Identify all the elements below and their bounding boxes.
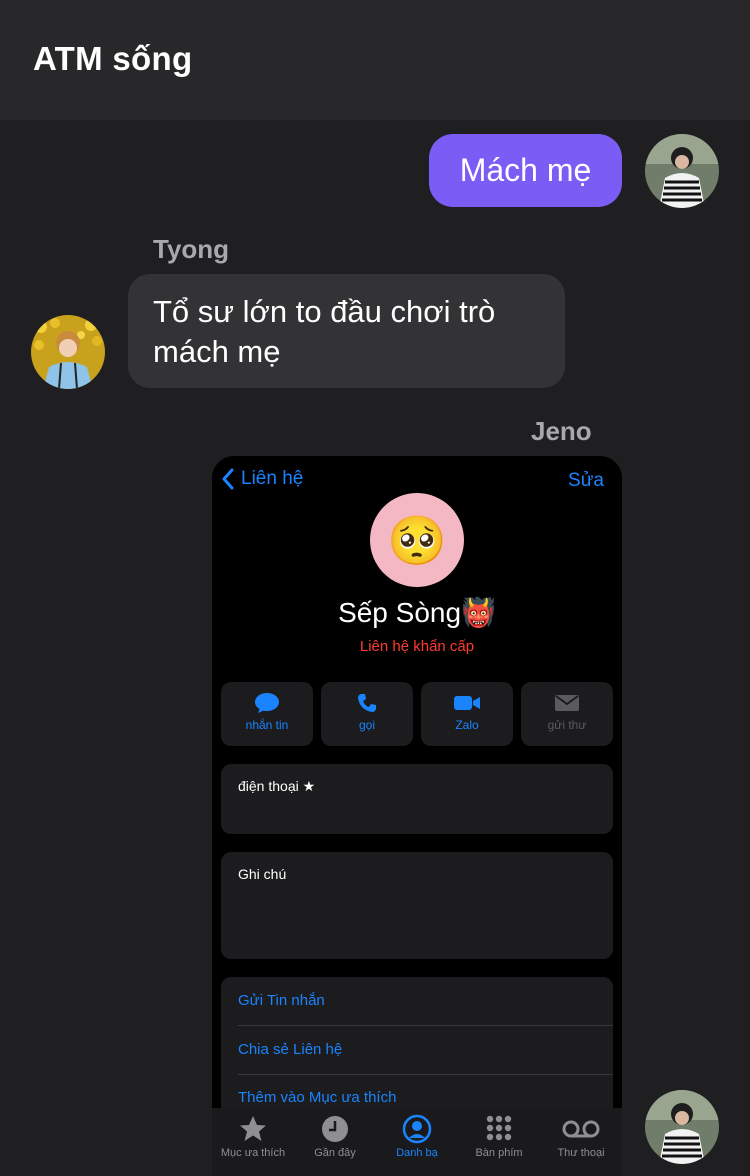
action-message-label: nhắn tin bbox=[245, 718, 289, 732]
tab-voicemail: Thư thoại bbox=[540, 1114, 622, 1159]
keypad-icon bbox=[486, 1115, 512, 1141]
link-share-contact: Chia sẻ Liên hệ bbox=[238, 1041, 343, 1058]
link-add-favorite: Thêm vào Mục ưa thích bbox=[238, 1089, 397, 1106]
incoming-message-bubble[interactable]: Tổ sư lớn to đầu chơi trò mách mẹ bbox=[128, 274, 565, 388]
message-bubble-icon bbox=[255, 693, 279, 713]
tab-recents: Gần đây bbox=[294, 1114, 376, 1159]
action-message: nhắn tin bbox=[221, 682, 313, 746]
divider bbox=[238, 1025, 613, 1026]
phone-tab-bar: Mục ưa thích Gần đây Danh bạ Bàn phím Th… bbox=[212, 1108, 622, 1176]
sender-name-tyong: Tyong bbox=[153, 234, 230, 264]
shared-screenshot-image[interactable]: Liên hệ Sửa 🥺 Sếp Sòng👹 Liên hệ khẩn cấp… bbox=[212, 456, 622, 1176]
tab-recents-label: Gần đây bbox=[314, 1147, 356, 1159]
divider bbox=[238, 1074, 613, 1075]
notes-card: Ghi chú bbox=[221, 852, 613, 959]
tab-favorites: Mục ưa thích bbox=[212, 1114, 294, 1159]
phone-label: điện thoại ★ bbox=[238, 778, 316, 794]
link-send-message: Gửi Tin nhắn bbox=[238, 992, 325, 1009]
chat-header: ATM sống bbox=[0, 0, 750, 120]
tab-favorites-label: Mục ưa thích bbox=[220, 1147, 286, 1159]
tab-keypad-label: Bàn phím bbox=[475, 1147, 523, 1159]
phone-card: điện thoại ★ bbox=[221, 764, 613, 834]
tab-keypad: Bàn phím bbox=[458, 1114, 540, 1159]
video-camera-icon bbox=[454, 696, 480, 710]
contact-subtitle: Liên hệ khẩn cấp bbox=[359, 638, 475, 655]
star-icon bbox=[240, 1116, 266, 1141]
action-zalo-label: Zalo bbox=[455, 718, 479, 732]
outgoing-message-bubble[interactable]: Mách mẹ bbox=[429, 134, 622, 207]
action-zalo: Zalo bbox=[421, 682, 513, 746]
chat-title[interactable]: ATM sống bbox=[33, 40, 192, 78]
person-circle-icon bbox=[402, 1114, 432, 1144]
contacts-back-button: Liên hệ bbox=[221, 468, 303, 490]
tab-contacts: Danh bạ bbox=[376, 1114, 458, 1159]
phone-icon bbox=[358, 694, 376, 712]
envelope-icon bbox=[555, 695, 579, 711]
pleading-face-emoji: 🥺 bbox=[387, 514, 447, 568]
notes-label: Ghi chú bbox=[238, 866, 287, 882]
contact-name: Sếp Sòng👹 bbox=[338, 597, 496, 628]
action-call: gọi bbox=[321, 682, 413, 746]
action-mail-label: gửi thư bbox=[547, 718, 587, 732]
contact-avatar: 🥺 bbox=[370, 493, 464, 587]
jeno-avatar[interactable] bbox=[645, 1090, 719, 1164]
edit-contact-button: Sửa bbox=[568, 470, 604, 491]
tab-voicemail-label: Thư thoại bbox=[557, 1147, 605, 1159]
sender-name-jeno: Jeno bbox=[531, 416, 592, 446]
tab-contacts-label: Danh bạ bbox=[396, 1147, 438, 1159]
contact-action-row: nhắn tin gọi Zalo gửi thư bbox=[221, 682, 613, 746]
action-mail: gửi thư bbox=[521, 682, 613, 746]
back-label: Liên hệ bbox=[241, 468, 304, 489]
links-card: Gửi Tin nhắn Chia sẻ Liên hệ Thêm vào Mụ… bbox=[221, 977, 613, 1117]
clock-icon bbox=[322, 1116, 348, 1142]
voicemail-icon bbox=[562, 1120, 600, 1138]
my-avatar[interactable] bbox=[645, 134, 719, 208]
chevron-left-icon bbox=[222, 468, 234, 490]
tyong-avatar[interactable] bbox=[31, 315, 105, 389]
action-call-label: gọi bbox=[358, 718, 375, 732]
